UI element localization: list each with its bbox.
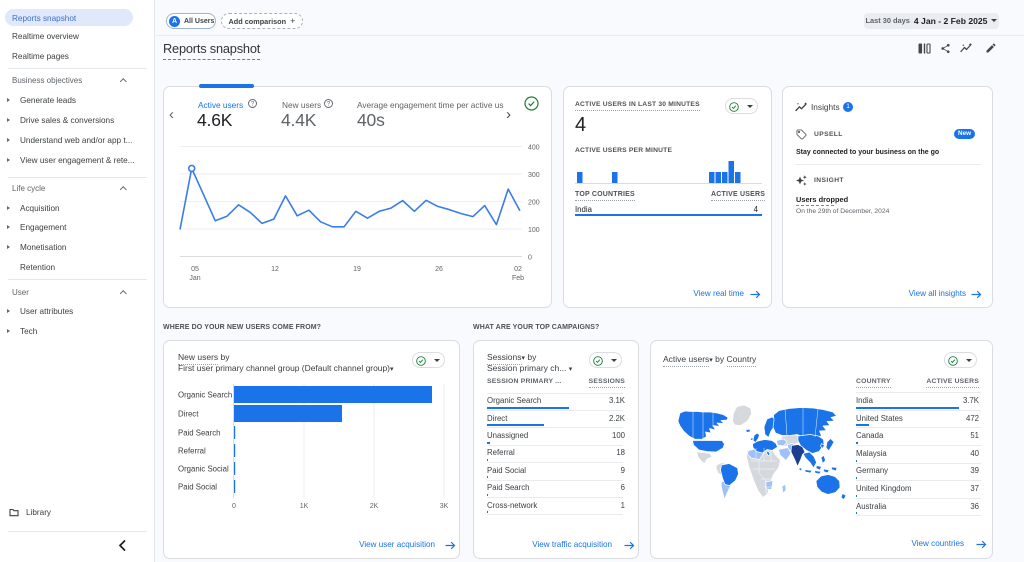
svg-text:200: 200 [528, 200, 540, 207]
svg-text:Organic Social: Organic Social [178, 465, 229, 474]
svg-text:100: 100 [528, 227, 540, 234]
svg-text:26: 26 [435, 266, 443, 273]
svg-text:Organic Search: Organic Search [178, 391, 232, 400]
svg-text:Jan: Jan [189, 275, 200, 282]
svg-text:2K: 2K [370, 503, 379, 509]
svg-text:Feb: Feb [512, 275, 524, 282]
svg-text:3K: 3K [440, 503, 449, 509]
svg-text:05: 05 [191, 266, 199, 273]
svg-text:19: 19 [353, 266, 361, 273]
svg-text:300: 300 [528, 172, 540, 179]
svg-text:0: 0 [528, 255, 532, 262]
svg-text:12: 12 [271, 266, 279, 273]
svg-text:Direct: Direct [178, 410, 199, 419]
svg-text:1K: 1K [300, 503, 309, 509]
svg-text:Referral: Referral [178, 447, 206, 456]
svg-text:400: 400 [528, 145, 540, 152]
svg-text:Paid Search: Paid Search [178, 429, 220, 438]
svg-text:Paid Social: Paid Social [178, 483, 217, 492]
svg-text:0: 0 [232, 503, 236, 509]
svg-text:02: 02 [514, 266, 522, 273]
